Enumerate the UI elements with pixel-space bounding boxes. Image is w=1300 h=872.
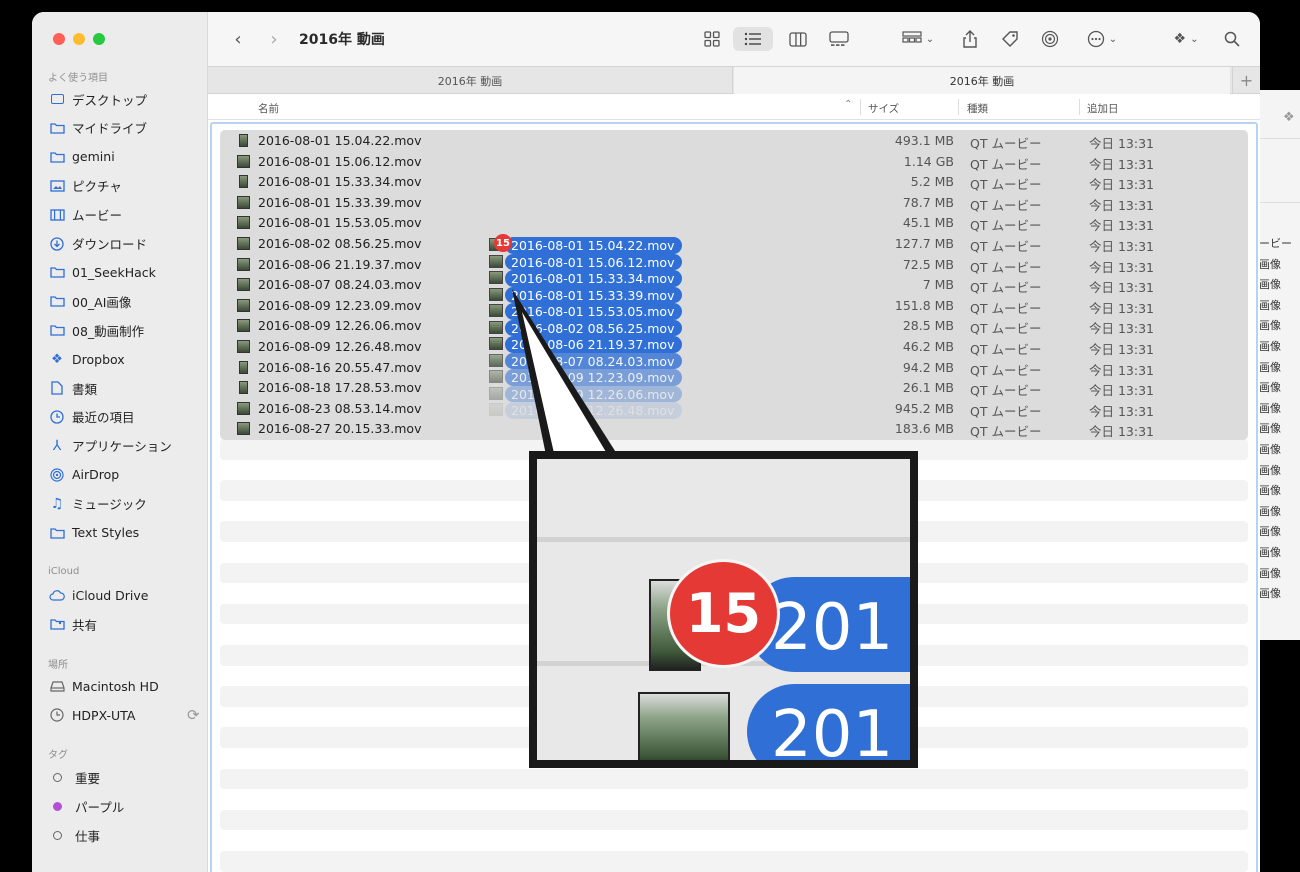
zoom-drag-item-2: 201 [747,684,910,760]
zoom-row-line [537,537,910,542]
zoom-thumbnail [638,692,730,760]
zoom-callout: 201 201 15 [529,451,918,768]
zoom-count-badge: 15 [670,562,777,665]
